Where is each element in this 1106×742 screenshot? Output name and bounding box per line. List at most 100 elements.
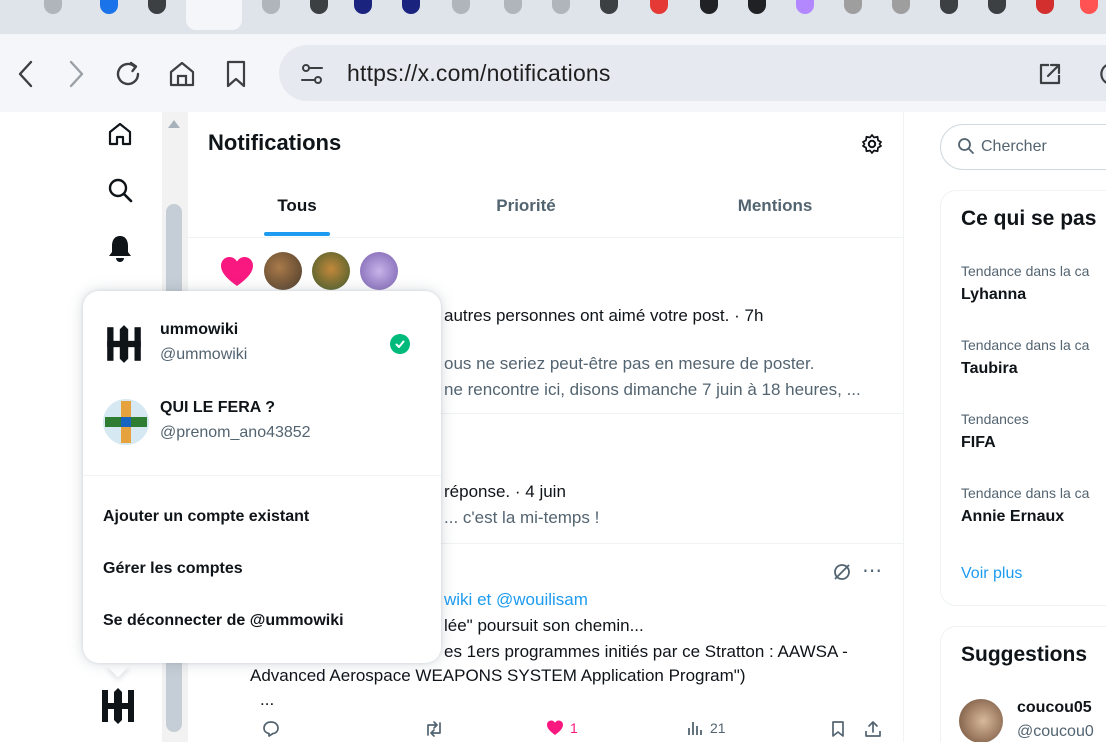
tab-favicon[interactable] [748, 0, 766, 14]
bookmark-icon [226, 60, 246, 88]
tab-favicon[interactable] [892, 0, 910, 14]
heart-icon [221, 257, 253, 286]
more-options-button[interactable]: ⋯ [862, 558, 883, 583]
open-external-icon[interactable] [1037, 61, 1063, 87]
tab-favicon[interactable] [650, 0, 668, 14]
mention-link[interactable]: wiki [444, 590, 472, 609]
post-text: Advanced Aerospace WEAPONS SYSTEM Applic… [250, 666, 746, 685]
tab-favicon[interactable] [100, 0, 118, 14]
browser-toolbar: https://x.com/notifications [0, 34, 1106, 112]
reply-icon [263, 721, 279, 737]
tab-favicon[interactable] [452, 0, 470, 14]
account-item[interactable]: QUI LE FERA ? @prenom_ano43852 [83, 389, 441, 455]
trend-item[interactable]: Annie Ernaux [961, 508, 1064, 526]
account-item[interactable]: ummowiki @ummowiki [83, 311, 441, 377]
chevron-left-icon [18, 60, 33, 88]
bookmarks-button[interactable] [216, 52, 256, 96]
reload-button[interactable] [108, 52, 148, 96]
avatar [103, 399, 149, 445]
active-tab-indicator [264, 232, 330, 236]
account-name: QUI LE FERA ? [160, 399, 275, 416]
notification-preview: ne rencontre ici, disons dimanche 7 juin… [444, 380, 861, 399]
forward-button[interactable] [56, 52, 96, 96]
tab-favicon[interactable] [1036, 0, 1054, 14]
logout-button[interactable]: Se déconnecter de @ummowiki [103, 612, 344, 630]
mention-conjunction: et [477, 590, 492, 609]
avatar[interactable] [360, 252, 398, 290]
browser-tab-strip [0, 0, 1106, 34]
avatar[interactable] [959, 699, 1003, 742]
trends-card: Ce qui se pas Tendance dans la ca Lyhann… [940, 190, 1106, 606]
suggestions-card: Suggestions coucou05 @coucou0 [940, 626, 1106, 742]
avatar[interactable] [264, 252, 302, 290]
trend-item[interactable]: Lyhanna [961, 286, 1026, 304]
notification-preview: ... c'est la mi-temps ! [444, 508, 600, 527]
home-button[interactable] [162, 52, 202, 96]
tab-priority[interactable]: Priorité [406, 180, 646, 238]
notification-text: autres personnes ont aimé votre post. · … [444, 306, 764, 325]
suggestion-name[interactable]: coucou05 [1017, 699, 1092, 717]
trend-meta: Tendance dans la ca [961, 337, 1090, 353]
post-actions: 1 21 [188, 720, 904, 742]
account-switcher-avatar[interactable] [96, 684, 140, 728]
tab-favicon[interactable] [402, 0, 420, 14]
analytics-icon [688, 722, 702, 735]
manage-accounts-button[interactable]: Gérer les comptes [103, 560, 243, 578]
active-tab[interactable] [186, 0, 242, 30]
views-button[interactable]: 21 [686, 720, 726, 736]
check-icon [390, 334, 410, 354]
nav-notifications[interactable] [100, 228, 140, 268]
notification-settings-button[interactable] [858, 130, 886, 158]
trend-item[interactable]: Taubira [961, 360, 1018, 378]
account-handle: @prenom_ano43852 [160, 424, 311, 441]
menu-divider [83, 475, 441, 476]
back-button[interactable] [6, 52, 46, 96]
tab-favicon[interactable] [504, 0, 522, 14]
add-existing-account-button[interactable]: Ajouter un compte existant [103, 508, 309, 526]
share-button[interactable] [864, 720, 882, 738]
tab-favicon[interactable] [44, 0, 62, 14]
reply-button[interactable] [262, 720, 280, 738]
account-name: ummowiki [160, 321, 239, 338]
tab-favicon[interactable] [1080, 0, 1098, 14]
nav-home[interactable] [100, 114, 140, 154]
tab-favicon[interactable] [148, 0, 166, 14]
avatar[interactable] [312, 252, 350, 290]
tab-favicon[interactable] [940, 0, 958, 14]
suggestion-handle: @coucou0 [1017, 723, 1094, 740]
tab-favicon[interactable] [310, 0, 328, 14]
mention-link[interactable]: @wouilisam [496, 590, 588, 609]
right-sidebar: Chercher Ce qui se pas Tendance dans la … [904, 112, 1106, 742]
tab-all[interactable]: Tous [188, 180, 406, 238]
home-icon [169, 61, 195, 87]
post-text: ... [260, 690, 275, 709]
tab-favicon[interactable] [988, 0, 1006, 14]
scroll-up-arrow-icon[interactable] [166, 118, 182, 130]
address-bar[interactable]: https://x.com/notifications [279, 45, 1106, 101]
trend-meta: Tendance dans la ca [961, 485, 1090, 501]
tab-favicon[interactable] [796, 0, 814, 14]
tab-favicon[interactable] [600, 0, 618, 14]
mute-conversation-icon[interactable] [832, 562, 852, 582]
reload-icon [116, 61, 140, 86]
tab-favicon[interactable] [700, 0, 718, 14]
share-icon [865, 721, 881, 737]
tab-mentions[interactable]: Mentions [646, 180, 904, 238]
tab-favicon[interactable] [262, 0, 280, 14]
like-button[interactable]: 1 [546, 720, 578, 736]
nav-explore[interactable] [100, 170, 140, 210]
url-text[interactable]: https://x.com/notifications [347, 60, 611, 87]
trends-title: Ce qui se pas [961, 207, 1097, 230]
tab-favicon[interactable] [552, 0, 570, 14]
tab-favicon[interactable] [844, 0, 862, 14]
site-settings-icon[interactable] [299, 61, 325, 87]
show-more-link[interactable]: Voir plus [961, 565, 1022, 583]
search-icon [108, 178, 133, 203]
repost-button[interactable] [424, 720, 444, 738]
extension-icon[interactable] [1091, 61, 1106, 87]
repost-icon [427, 721, 441, 737]
search-input[interactable]: Chercher [940, 124, 1106, 170]
tab-favicon[interactable] [354, 0, 372, 14]
trend-item[interactable]: FIFA [961, 434, 996, 452]
bookmark-button[interactable] [830, 720, 846, 738]
